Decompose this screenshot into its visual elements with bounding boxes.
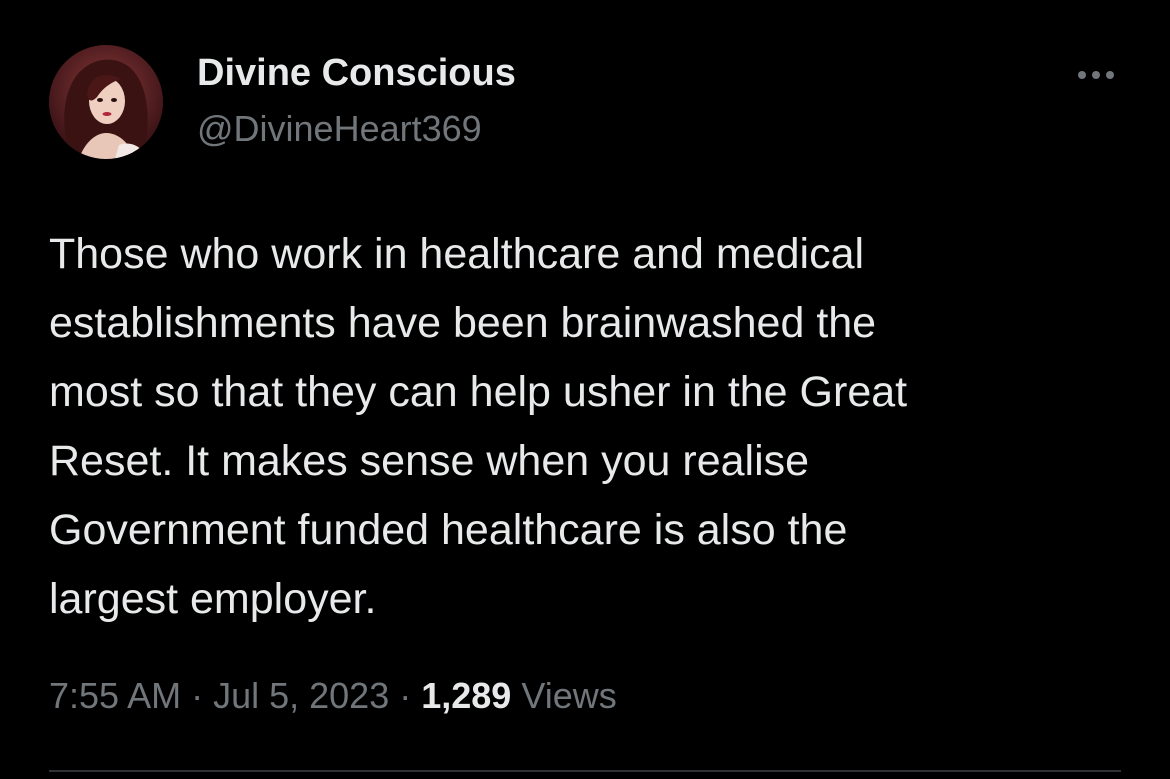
more-dot bbox=[1078, 71, 1086, 79]
tweet-text-line: Reset. It makes sense when you realise bbox=[49, 437, 810, 485]
more-dot bbox=[1106, 71, 1114, 79]
tweet-time[interactable]: 7:55 AM bbox=[49, 675, 181, 716]
more-dot bbox=[1092, 71, 1100, 79]
tweet: Divine Conscious @DivineHeart369 Those w… bbox=[0, 0, 1170, 779]
divider bbox=[49, 770, 1121, 772]
tweet-text: Those who work in healthcare and medical… bbox=[49, 220, 1129, 634]
tweet-date[interactable]: Jul 5, 2023 bbox=[213, 675, 389, 716]
separator: · bbox=[191, 675, 204, 716]
tweet-text-line: Government funded healthcare is also the bbox=[49, 506, 848, 554]
separator: · bbox=[399, 675, 412, 716]
tweet-text-line: Those who work in healthcare and medical bbox=[49, 230, 865, 278]
views-label: Views bbox=[521, 675, 617, 716]
views-count[interactable]: 1,289 bbox=[421, 675, 511, 716]
tweet-text-line: establishments have been brainwashed the bbox=[49, 299, 877, 347]
author-display-name[interactable]: Divine Conscious bbox=[197, 50, 516, 96]
avatar-image bbox=[49, 45, 163, 159]
author-handle[interactable]: @DivineHeart369 bbox=[197, 107, 482, 151]
tweet-metadata: 7:55 AM · Jul 5, 2023 · 1,289 Views bbox=[49, 672, 617, 720]
tweet-text-line: largest employer. bbox=[49, 575, 377, 623]
more-options-icon[interactable] bbox=[1070, 60, 1122, 90]
tweet-text-line: most so that they can help usher in the … bbox=[49, 368, 908, 416]
profile-avatar[interactable] bbox=[49, 45, 163, 159]
